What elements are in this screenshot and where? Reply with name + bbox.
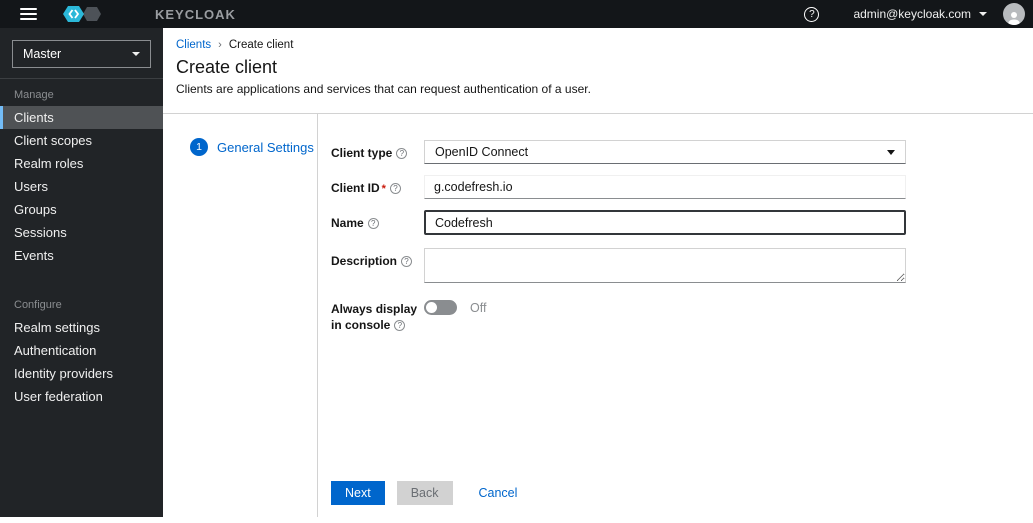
sidebar-item-identity-providers[interactable]: Identity providers <box>0 362 163 385</box>
wizard-nav: 1 General Settings <box>163 114 318 517</box>
sidebar-item-client-scopes[interactable]: Client scopes <box>0 129 163 152</box>
page-subtitle: Clients are applications and services th… <box>176 82 591 96</box>
breadcrumb-current: Create client <box>228 39 294 51</box>
keycloak-logo: KEYCLOAK <box>63 5 236 23</box>
next-button[interactable]: Next <box>331 481 385 505</box>
client-type-select[interactable]: OpenID Connect <box>424 140 906 164</box>
client-type-value: OpenID Connect <box>435 145 529 159</box>
description-row: Description? <box>331 248 906 283</box>
realm-selector-value: Master <box>23 47 62 61</box>
client-id-input[interactable] <box>424 175 906 199</box>
nav-group-manage: Manage <box>14 89 54 101</box>
required-asterisk: * <box>381 183 386 195</box>
question-circle-icon[interactable]: ? <box>396 148 408 159</box>
user-avatar[interactable] <box>1003 3 1025 25</box>
name-row: Name? <box>331 210 906 235</box>
realm-selector[interactable]: Master <box>12 40 151 68</box>
wizard-step-label: General Settings <box>217 139 314 155</box>
breadcrumb-clients-link[interactable]: Clients <box>176 39 211 51</box>
name-input[interactable] <box>424 210 906 235</box>
always-display-label: Always display in console? <box>331 302 418 332</box>
general-settings-form: Client type? OpenID Connect Client ID*? <box>318 114 1033 517</box>
client-type-label: Client type? <box>331 140 424 164</box>
sidebar: Master Manage Clients Client scopes Real… <box>0 28 163 517</box>
breadcrumb: Clients › Create client <box>176 39 1017 51</box>
question-circle-icon[interactable]: ? <box>401 256 413 267</box>
always-display-toggle[interactable] <box>424 300 457 315</box>
user-menu-caret-icon[interactable] <box>979 12 987 16</box>
page-title: Create client <box>176 57 278 77</box>
masthead: KEYCLOAK ? admin@keycloak.com <box>0 0 1033 28</box>
name-label: Name? <box>331 210 424 235</box>
avatar-person-icon <box>1008 12 1020 25</box>
wizard-step-number: 1 <box>190 138 208 156</box>
sidebar-item-authentication[interactable]: Authentication <box>0 339 163 362</box>
sidebar-item-realm-roles[interactable]: Realm roles <box>0 152 163 175</box>
toggle-knob <box>426 302 437 313</box>
sidebar-item-users[interactable]: Users <box>0 175 163 198</box>
keycloak-logo-icon <box>63 6 101 22</box>
realm-caret-icon <box>132 52 140 56</box>
client-id-label: Client ID *? <box>331 175 424 199</box>
client-id-row: Client ID *? <box>331 175 906 199</box>
question-circle-icon[interactable]: ? <box>389 183 401 194</box>
sidebar-item-events[interactable]: Events <box>0 244 163 267</box>
description-textarea[interactable] <box>424 248 906 283</box>
brand-text: KEYCLOAK <box>155 6 236 22</box>
description-label: Description? <box>331 248 424 283</box>
sidebar-item-groups[interactable]: Groups <box>0 198 163 221</box>
wizard-content: 1 General Settings Client type? OpenID C… <box>163 114 1033 517</box>
realm-selector-wrap: Master <box>0 28 163 79</box>
cancel-button[interactable]: Cancel <box>465 481 532 505</box>
select-caret-icon <box>887 149 895 155</box>
hamburger-menu-icon[interactable] <box>20 8 37 20</box>
nav-group-configure: Configure <box>14 299 62 311</box>
help-icon[interactable]: ? <box>804 6 820 22</box>
sidebar-item-sessions[interactable]: Sessions <box>0 221 163 244</box>
sidebar-item-user-federation[interactable]: User federation <box>0 385 163 408</box>
keycloak-admin-console: KEYCLOAK ? admin@keycloak.com Master Man… <box>0 0 1033 517</box>
user-menu[interactable]: admin@keycloak.com <box>853 7 971 21</box>
always-display-row: Always display in console? Off <box>331 296 906 333</box>
question-circle-icon[interactable]: ? <box>394 320 406 331</box>
toggle-state-label: Off <box>470 300 487 315</box>
masthead-toolbar: ? admin@keycloak.com <box>804 3 1027 25</box>
main-content: Clients › Create client Create client Cl… <box>163 28 1033 517</box>
sidebar-item-clients[interactable]: Clients <box>0 106 163 129</box>
wizard-step-general-settings[interactable]: 1 General Settings <box>190 138 317 156</box>
client-type-row: Client type? OpenID Connect <box>331 140 906 164</box>
form-actions: Next Back Cancel <box>331 481 906 505</box>
sidebar-item-realm-settings[interactable]: Realm settings <box>0 316 163 339</box>
question-circle-icon[interactable]: ? <box>367 218 379 229</box>
breadcrumb-separator: › <box>218 39 222 51</box>
back-button[interactable]: Back <box>396 481 453 505</box>
page-header: Clients › Create client Create client Cl… <box>163 28 1033 114</box>
